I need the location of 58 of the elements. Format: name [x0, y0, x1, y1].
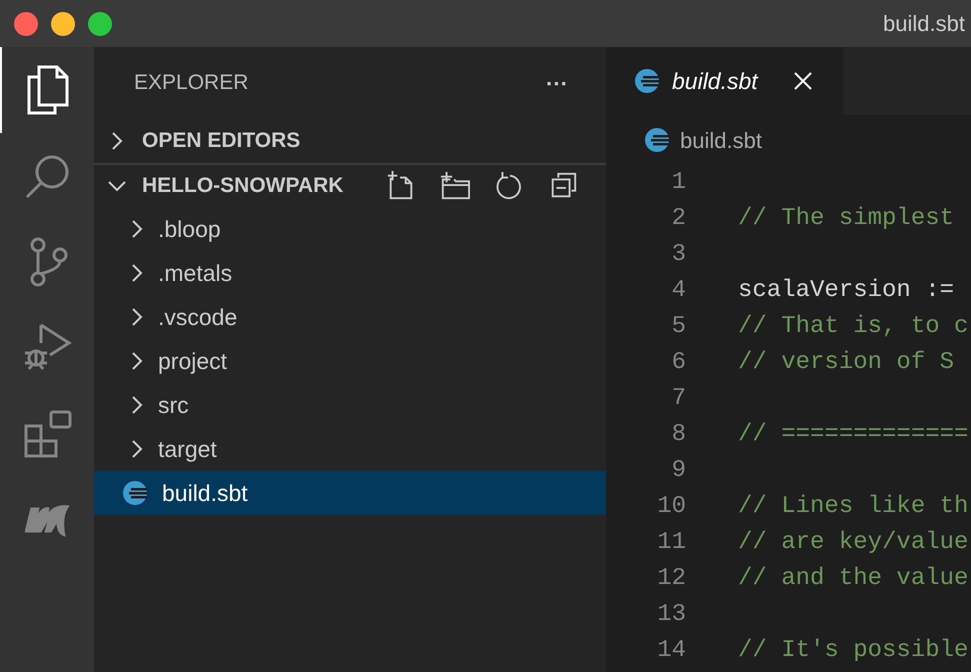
code-comment: // The simplest	[738, 204, 954, 234]
code-comment: // It's possible	[738, 636, 968, 666]
line-number: 2	[670, 204, 686, 234]
more-actions-button[interactable]: ···	[546, 66, 568, 100]
sidebar-title: EXPLORER	[134, 70, 248, 96]
run-debug-icon	[23, 323, 73, 373]
sbt-file-icon	[634, 68, 660, 94]
line-number: 9	[670, 456, 686, 486]
metals-logo-icon	[25, 502, 71, 538]
chevron-right-icon	[130, 218, 144, 240]
line-number: 14	[656, 636, 686, 666]
close-icon[interactable]	[794, 72, 812, 90]
editor-tab[interactable]: build.sbt	[606, 47, 843, 115]
line-number: 10	[656, 492, 686, 522]
code-comment: // =============	[738, 420, 968, 450]
code-comment: // That is, to c	[738, 312, 968, 342]
code-comment: // are key/value	[738, 528, 968, 558]
folder-item[interactable]: .vscode	[94, 295, 606, 339]
minimize-window-button[interactable]	[51, 12, 75, 36]
line-number: 12	[656, 564, 686, 594]
sbt-file-icon	[644, 127, 670, 153]
section-header[interactable]: HELLO-SNOWPARK	[94, 163, 606, 207]
line-number: 5	[670, 312, 686, 342]
chevron-right-icon	[130, 350, 144, 372]
code-comment: // Lines like th	[738, 492, 968, 522]
line-number: 3	[670, 240, 686, 270]
refresh-icon[interactable]	[494, 171, 524, 201]
line-number: 8	[670, 420, 686, 450]
chevron-down-icon	[106, 179, 128, 193]
window-title: build.sbt	[883, 10, 965, 38]
extensions-icon	[24, 410, 72, 458]
new-folder-icon[interactable]	[440, 171, 470, 201]
zoom-window-button[interactable]	[88, 12, 112, 36]
folder-item[interactable]: .bloop	[94, 207, 606, 251]
code-comment: // version of S	[738, 348, 954, 378]
folder-item[interactable]: src	[94, 383, 606, 427]
line-number: 11	[656, 528, 686, 558]
folder-item[interactable]: target	[94, 427, 606, 471]
breadcrumb[interactable]: build.sbt	[680, 124, 762, 156]
chevron-right-icon	[130, 438, 144, 460]
close-window-button[interactable]	[14, 12, 38, 36]
branch-icon	[28, 237, 68, 287]
folder-item[interactable]: project	[94, 339, 606, 383]
code-line: scalaVersion :=	[738, 276, 954, 306]
line-number: 7	[670, 384, 686, 414]
sbt-file-icon	[122, 480, 148, 506]
line-number: 1	[670, 168, 686, 198]
line-number: 4	[670, 276, 686, 306]
line-number: 6	[670, 348, 686, 378]
section-header[interactable]: OPEN EDITORS	[94, 119, 606, 163]
chevron-right-icon	[130, 262, 144, 284]
file-item[interactable]: build.sbt	[94, 471, 606, 515]
line-number: 13	[656, 600, 686, 630]
files-icon	[25, 65, 71, 115]
chevron-right-icon	[130, 394, 144, 416]
chevron-right-icon	[130, 306, 144, 328]
code-comment: // and the value	[738, 564, 968, 594]
folder-item[interactable]: .metals	[94, 251, 606, 295]
